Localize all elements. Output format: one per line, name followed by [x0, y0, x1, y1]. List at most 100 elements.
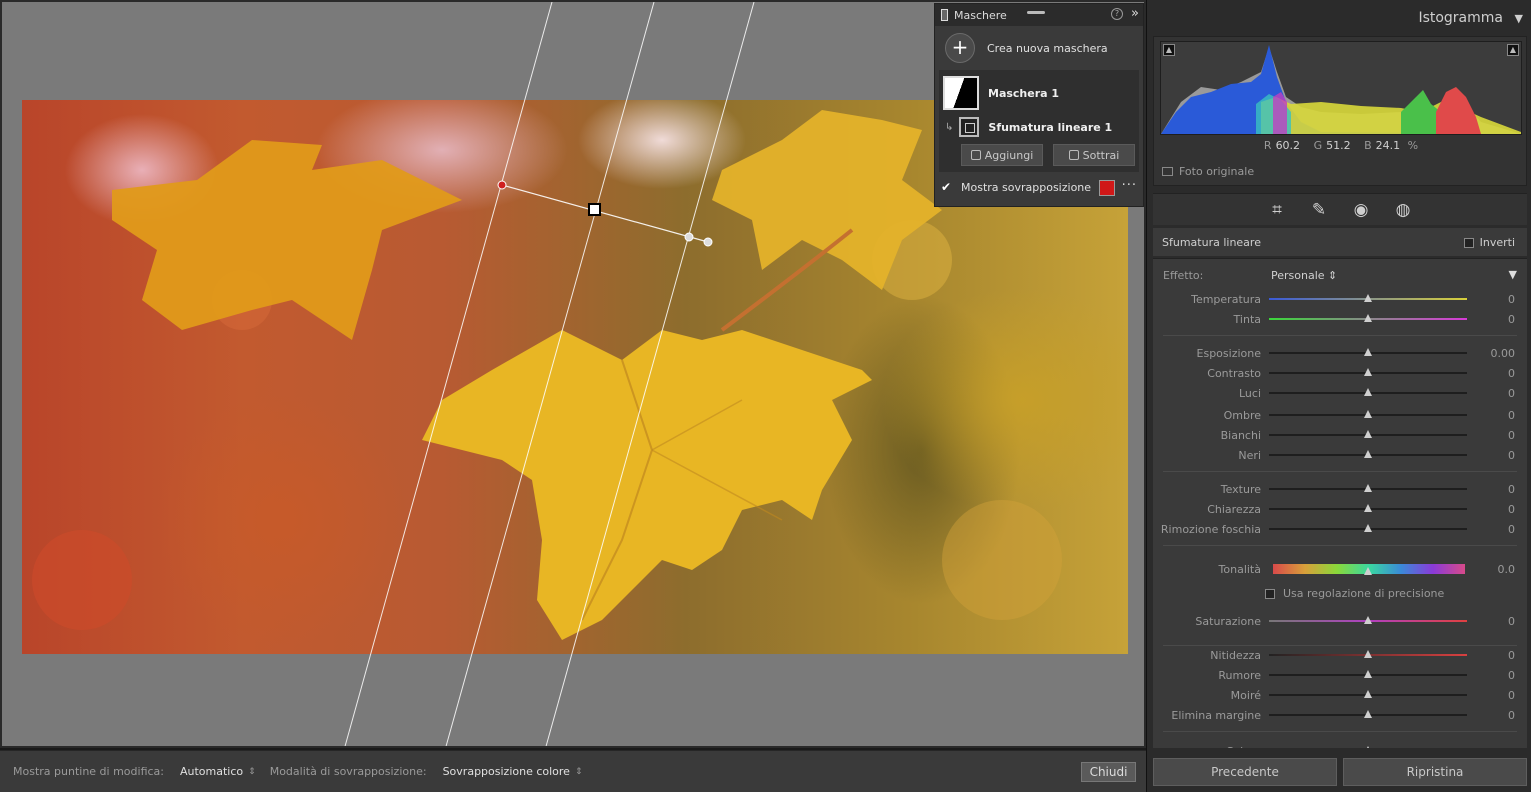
slider-neri[interactable]: Neri 0	[1153, 445, 1527, 465]
slider-value[interactable]: 0	[1508, 313, 1515, 326]
help-icon[interactable]: ?	[1111, 8, 1123, 20]
slider-value[interactable]: 0	[1508, 503, 1515, 516]
mask-component-item[interactable]: ↳ Sfumatura lineare 1	[943, 112, 1135, 142]
close-button[interactable]: Chiudi	[1081, 762, 1136, 782]
precision-toggle[interactable]: Usa regolazione di precisione	[1265, 587, 1444, 600]
slider-elimina-margine[interactable]: Elimina margine 0	[1153, 705, 1527, 725]
precision-checkbox[interactable]	[1265, 588, 1275, 599]
invert-toggle[interactable]: Inverti	[1463, 236, 1515, 249]
slider-luci[interactable]: Luci 0	[1153, 383, 1527, 403]
slider-label: Neri	[1238, 449, 1261, 462]
add-mask-button[interactable]: Aggiungi	[961, 144, 1043, 166]
slider-thumb[interactable]	[1364, 650, 1372, 658]
slider-label: Tonalità	[1218, 563, 1261, 576]
slider-value[interactable]: 0	[1508, 449, 1515, 462]
overlay-mode-select[interactable]: Sovrapposizione colore	[443, 765, 570, 778]
histogram-header[interactable]: Istogramma ▼	[1147, 0, 1531, 36]
slider-value[interactable]: 0	[1508, 367, 1515, 380]
chevron-updown-icon[interactable]: ⇕	[575, 767, 583, 777]
highlight-clipping-icon[interactable]: ▲	[1507, 44, 1519, 56]
slider-thumb[interactable]	[1364, 294, 1372, 302]
r-label: R	[1263, 139, 1272, 152]
slider-rimozione-foschia[interactable]: Rimozione foschia 0	[1153, 519, 1527, 539]
slider-chiarezza[interactable]: Chiarezza 0	[1153, 499, 1527, 519]
reset-button[interactable]: Ripristina	[1343, 758, 1527, 786]
slider-thumb[interactable]	[1364, 690, 1372, 698]
masking-icon[interactable]: ◍	[1393, 200, 1413, 220]
g-label: G	[1313, 139, 1323, 152]
slider-value[interactable]: 0	[1508, 293, 1515, 306]
invert-checkbox[interactable]	[1463, 237, 1474, 248]
slider-thumb[interactable]	[1364, 504, 1372, 512]
slider-colore[interactable]: Colore	[1153, 741, 1527, 748]
effect-row: Effetto: Personale ⇕ ▼	[1163, 268, 1517, 282]
redeye-icon[interactable]: ◉	[1351, 200, 1371, 220]
slider-value[interactable]: 0	[1508, 483, 1515, 496]
slider-value[interactable]: 0.0	[1498, 563, 1516, 576]
create-mask-row[interactable]: + Crea nuova maschera	[935, 26, 1143, 70]
slider-tinta[interactable]: Tinta 0	[1153, 309, 1527, 329]
linear-gradient-thumbnail[interactable]	[959, 117, 980, 137]
slider-value[interactable]: 0	[1508, 523, 1515, 536]
slider-ombre[interactable]: Ombre 0	[1153, 405, 1527, 425]
effect-select[interactable]: Personale ⇕	[1271, 269, 1337, 282]
mask-thumbnail[interactable]	[943, 76, 979, 110]
create-mask-button[interactable]: +	[945, 33, 975, 63]
show-overlay-checkbox[interactable]: ✔	[941, 181, 953, 193]
overlay-color-swatch[interactable]	[1099, 180, 1115, 196]
slider-thumb[interactable]	[1364, 410, 1372, 418]
more-options-icon[interactable]: ···	[1122, 178, 1137, 193]
slider-thumb[interactable]	[1364, 710, 1372, 718]
original-photo-toggle[interactable]: Foto originale	[1162, 165, 1254, 178]
slider-label: Chiarezza	[1207, 503, 1261, 516]
slider-thumb[interactable]	[1364, 567, 1372, 575]
slider-value[interactable]: 0	[1508, 615, 1515, 628]
crop-icon[interactable]: ⌗	[1267, 200, 1287, 220]
slider-rumore[interactable]: Rumore 0	[1153, 665, 1527, 685]
shadow-clipping-icon[interactable]: ▲	[1163, 44, 1175, 56]
slider-contrasto[interactable]: Contrasto 0	[1153, 363, 1527, 383]
collapse-triangle-icon[interactable]: ▼	[1515, 12, 1523, 25]
slider-thumb[interactable]	[1364, 524, 1372, 532]
slider-thumb[interactable]	[1364, 388, 1372, 396]
show-overlay-row[interactable]: ✔ Mostra sovrapposizione ···	[935, 172, 1143, 202]
slider-thumb[interactable]	[1364, 616, 1372, 624]
linear-gradient-header: Sfumatura lineare Inverti	[1153, 228, 1527, 256]
previous-button[interactable]: Precedente	[1153, 758, 1337, 786]
slider-value[interactable]: 0	[1508, 409, 1515, 422]
slider-temperatura[interactable]: Temperatura 0	[1153, 289, 1527, 309]
slider-value[interactable]: 0	[1508, 649, 1515, 662]
slider-thumb[interactable]	[1364, 348, 1372, 356]
slider-value[interactable]: 0	[1508, 387, 1515, 400]
slider-value[interactable]: 0	[1508, 669, 1515, 682]
slider-nitidezza[interactable]: Nitidezza 0	[1153, 645, 1527, 665]
slider-thumb[interactable]	[1364, 670, 1372, 678]
slider-value[interactable]: 0	[1508, 709, 1515, 722]
slider-value[interactable]: 0	[1508, 689, 1515, 702]
slider-thumb[interactable]	[1364, 314, 1372, 322]
drag-handle-icon[interactable]	[1027, 11, 1045, 14]
slider-thumb[interactable]	[1364, 450, 1372, 458]
slider-texture[interactable]: Texture 0	[1153, 479, 1527, 499]
slider-value[interactable]: 0.00	[1491, 347, 1516, 360]
effect-collapse-icon[interactable]: ▼	[1509, 268, 1517, 281]
subtract-mask-button[interactable]: Sottrai	[1053, 144, 1135, 166]
slider-thumb[interactable]	[1364, 430, 1372, 438]
slider-tonalità[interactable]: Tonalità 0.0	[1153, 559, 1527, 579]
slider-bianchi[interactable]: Bianchi 0	[1153, 425, 1527, 445]
chevron-updown-icon[interactable]: ⇕	[248, 767, 256, 777]
slider-saturazione[interactable]: Saturazione 0	[1153, 611, 1527, 631]
histogram-graph[interactable]: ▲ ▲	[1160, 41, 1522, 135]
slider-value[interactable]: 0	[1508, 429, 1515, 442]
slider-moiré[interactable]: Moiré 0	[1153, 685, 1527, 705]
collapse-icon[interactable]: »	[1131, 6, 1139, 21]
healing-icon[interactable]: ✎	[1309, 200, 1329, 220]
slider-thumb[interactable]	[1364, 368, 1372, 376]
slider-esposizione[interactable]: Esposizione 0.00	[1153, 343, 1527, 363]
masks-panel-header[interactable]: Maschere ? »	[935, 4, 1143, 26]
precision-label: Usa regolazione di precisione	[1283, 587, 1445, 600]
show-pins-select[interactable]: Automatico	[180, 765, 243, 778]
slider-thumb[interactable]	[1364, 746, 1372, 748]
slider-thumb[interactable]	[1364, 484, 1372, 492]
mask-item[interactable]: Maschera 1	[943, 74, 1135, 112]
